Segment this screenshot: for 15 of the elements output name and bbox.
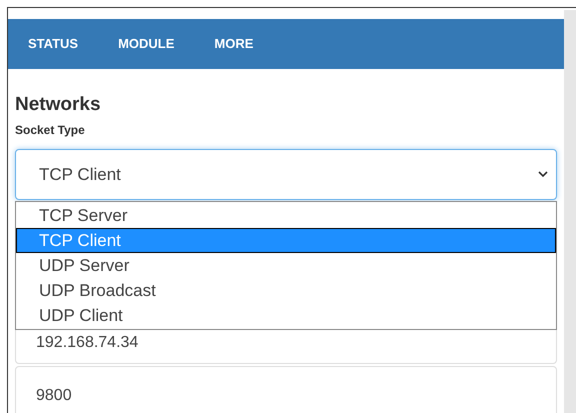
field-label: Socket Type xyxy=(15,122,86,139)
dropdown-option[interactable]: UDP Broadcast xyxy=(16,278,556,303)
nav-link[interactable]: STATUS xyxy=(28,34,78,54)
section-heading: Networks xyxy=(15,93,102,117)
port-field[interactable]: 9800 xyxy=(15,366,557,413)
scrollbar[interactable] xyxy=(564,10,576,413)
ip-field[interactable]: 192.168.74.34 xyxy=(15,330,557,364)
dropdown-option[interactable]: TCP Server xyxy=(16,203,556,228)
chevron-down-icon xyxy=(538,171,548,178)
nav-link[interactable]: MODULE xyxy=(118,34,174,54)
dropdown-option[interactable]: UDP Server xyxy=(16,253,556,278)
dropdown-option[interactable]: UDP Client xyxy=(16,303,556,328)
socket-type-select[interactable]: TCP Client xyxy=(15,149,557,200)
nav-link[interactable]: MORE xyxy=(214,34,254,54)
select-value: TCP Client xyxy=(39,164,121,186)
